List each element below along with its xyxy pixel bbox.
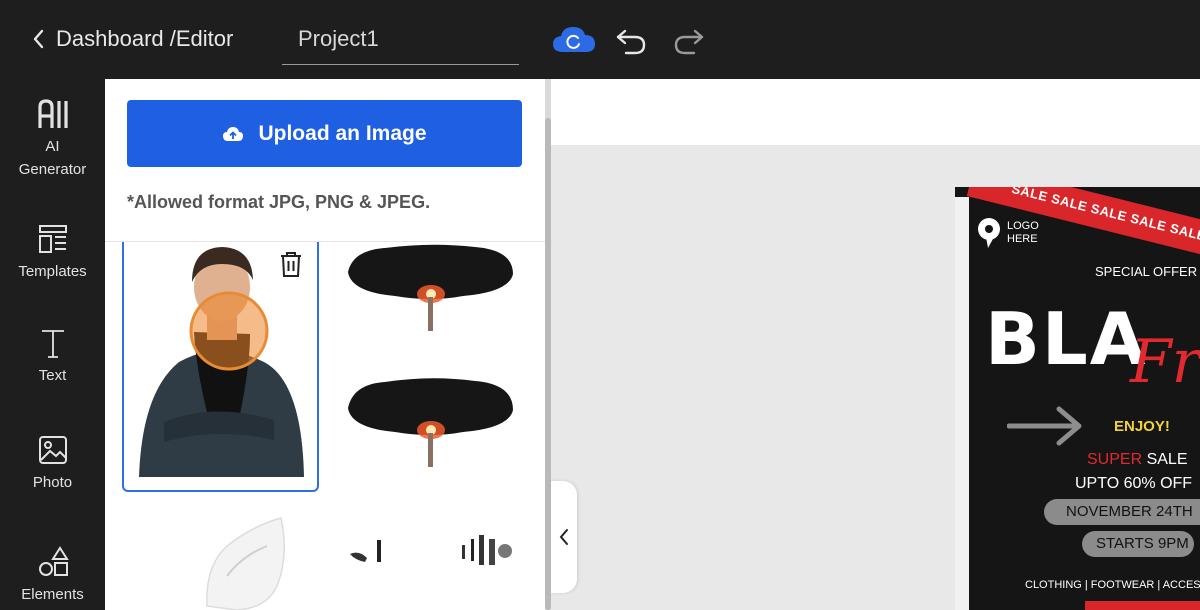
red-bar: [1085, 601, 1200, 610]
sidebar-item-text[interactable]: Text: [0, 326, 105, 387]
back-button[interactable]: Dashboard /Editor: [30, 26, 233, 52]
discount-text: UPTO 60% OFF: [1075, 475, 1193, 492]
poster-design[interactable]: SALE SALE SALE SALE SALE SALE LOGO HERE …: [955, 187, 1200, 610]
canvas-toolbar-strip: [551, 79, 1200, 145]
date-pill: NOVEMBER 24TH: [1044, 499, 1200, 525]
upload-panel: Upload an Image *Allowed format JPG, PNG…: [105, 79, 548, 610]
text-icon: [41, 330, 64, 358]
delete-image-button[interactable]: [266, 242, 316, 285]
cloud-sync-icon[interactable]: [551, 24, 597, 56]
sidebar-item-photo[interactable]: Photo: [0, 433, 105, 494]
sidebar: AI Generator Templates Text Photo Elemen…: [0, 79, 105, 610]
uploaded-image-thumbnail[interactable]: [345, 374, 517, 469]
sidebar-item-label: Photo: [32, 474, 73, 491]
top-bar: Dashboard /Editor Project1: [0, 0, 1200, 79]
elements-icon: [38, 546, 69, 576]
poster-headline: BLA: [985, 297, 1148, 381]
super-word: SUPER: [1087, 451, 1143, 468]
sidebar-item-label: Templates: [18, 263, 87, 280]
chevron-left-icon: [33, 29, 44, 49]
torn-paper-edge: [955, 197, 969, 610]
logo-icon: [978, 218, 1000, 248]
allowed-formats-note: *Allowed format JPG, PNG & JPEG.: [127, 192, 431, 212]
ai-generator-icon: [37, 99, 68, 128]
time-pill: STARTS 9PM: [1082, 531, 1194, 557]
uploaded-image-thumbnail[interactable]: [345, 242, 517, 332]
trash-icon: [281, 251, 301, 277]
undo-icon[interactable]: [614, 26, 648, 56]
sidebar-item-templates[interactable]: Templates: [0, 222, 105, 283]
arrow-right-icon: [1007, 406, 1082, 446]
redo-icon[interactable]: [672, 26, 706, 56]
sale-word: SALE: [1142, 451, 1188, 468]
categories-text: CLOTHING | FOOTWEAR | ACCESSO: [1025, 579, 1200, 591]
cloud-upload-icon: [223, 126, 244, 141]
uploaded-image-thumbnail[interactable]: [457, 531, 517, 569]
sidebar-item-label: Text: [38, 367, 67, 384]
logo-line-2: HERE: [1007, 233, 1038, 245]
uploaded-image-thumbnail[interactable]: [345, 534, 390, 566]
collapse-panel-button[interactable]: [551, 481, 577, 593]
enjoy-text: ENJOY!: [1114, 418, 1170, 435]
uploaded-image-thumbnail[interactable]: [197, 516, 297, 610]
upload-image-button[interactable]: Upload an Image: [127, 100, 522, 167]
super-sale-text: SUPER SALE: [1087, 451, 1187, 469]
project-name-input[interactable]: Project1: [282, 14, 519, 65]
sidebar-item-elements[interactable]: Elements: [0, 545, 105, 606]
logo-text: LOGO HERE: [1007, 220, 1039, 246]
photo-icon: [38, 436, 67, 464]
special-offer-text: SPECIAL OFFER: [1095, 264, 1198, 279]
sidebar-item-label: Elements: [21, 586, 84, 603]
chevron-left-icon: [559, 529, 568, 545]
poster-script-text: Fr: [1130, 327, 1200, 397]
upload-button-label: Upload an Image: [258, 121, 427, 145]
breadcrumb: Dashboard /Editor: [56, 26, 234, 51]
logo-line-1: LOGO: [1007, 220, 1039, 232]
templates-icon: [38, 225, 67, 253]
sidebar-item-ai-generator[interactable]: AI Generator: [0, 97, 105, 181]
sidebar-item-label: AI Generator: [18, 138, 87, 178]
